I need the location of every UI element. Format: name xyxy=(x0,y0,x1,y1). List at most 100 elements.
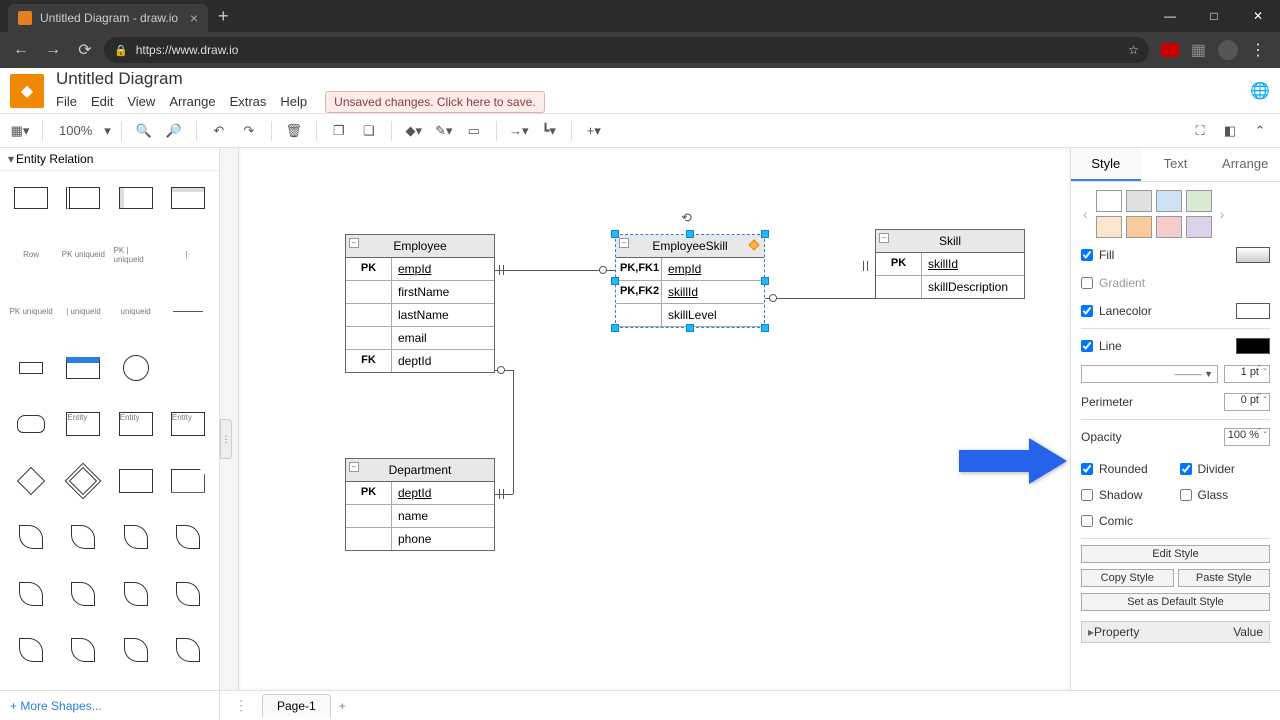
shape-item[interactable] xyxy=(60,631,106,669)
swatch[interactable] xyxy=(1156,216,1182,238)
shape-item[interactable] xyxy=(165,575,211,613)
swatch[interactable] xyxy=(1096,216,1122,238)
lanecolor-checkbox[interactable] xyxy=(1081,305,1093,317)
copy-style-button[interactable]: Copy Style xyxy=(1081,569,1174,587)
canvas-area[interactable]: ⋮ ⟲ –Employee PKempId firstName lastName… xyxy=(220,148,1070,690)
menu-file[interactable]: File xyxy=(56,94,77,109)
paste-style-button[interactable]: Paste Style xyxy=(1178,569,1271,587)
close-tab-icon[interactable]: × xyxy=(190,10,198,26)
shape-item[interactable] xyxy=(165,179,211,217)
shape-item[interactable]: Row xyxy=(8,236,54,274)
view-mode-button[interactable]: ▦▾ xyxy=(8,119,32,143)
fill-color[interactable] xyxy=(1236,247,1270,263)
shape-item[interactable] xyxy=(60,518,106,556)
new-tab-button[interactable]: + xyxy=(208,6,239,27)
back-button[interactable]: ← xyxy=(8,37,34,63)
shape-item[interactable] xyxy=(8,575,54,613)
shape-item[interactable] xyxy=(8,405,54,443)
connector[interactable] xyxy=(765,298,875,299)
shape-item[interactable] xyxy=(165,631,211,669)
reload-button[interactable]: ⟳ xyxy=(72,37,98,63)
swatch-next-button[interactable]: › xyxy=(1218,206,1227,222)
shape-item[interactable] xyxy=(113,349,159,387)
shape-item[interactable] xyxy=(113,631,159,669)
shape-item[interactable] xyxy=(60,179,106,217)
add-page-button[interactable]: + xyxy=(339,699,346,713)
collapse-button[interactable]: ⌃ xyxy=(1248,119,1272,143)
shape-item[interactable]: PK uniqueid xyxy=(8,292,54,330)
shape-item[interactable]: Entity xyxy=(60,405,106,443)
shadow-button[interactable]: ▭ xyxy=(462,119,486,143)
menu-extras[interactable]: Extras xyxy=(230,94,267,109)
to-front-button[interactable]: ❐ xyxy=(327,119,351,143)
entity-department[interactable]: –Department PKdeptId name phone xyxy=(345,458,495,551)
zoom-select[interactable]: 100% xyxy=(53,121,98,140)
shape-item[interactable]: | uniqueid xyxy=(60,292,106,330)
menu-arrange[interactable]: Arrange xyxy=(169,94,215,109)
entity-employeeskill[interactable]: –EmployeeSkill PK,FK1empId PK,FK2skillId… xyxy=(615,234,765,328)
fill-checkbox[interactable] xyxy=(1081,249,1093,261)
shape-item[interactable]: Entity xyxy=(165,405,211,443)
window-close-button[interactable]: ✕ xyxy=(1236,0,1280,32)
entity-employee[interactable]: –Employee PKempId firstName lastName ema… xyxy=(345,234,495,373)
window-maximize-button[interactable]: □ xyxy=(1192,0,1236,32)
property-table-header[interactable]: PropertyValue xyxy=(1081,621,1270,643)
undo-button[interactable]: ↶ xyxy=(207,119,231,143)
fullscreen-button[interactable]: ⛶ xyxy=(1188,119,1212,143)
app-logo-icon[interactable]: ◆ xyxy=(10,74,44,108)
shape-item[interactable] xyxy=(113,462,159,500)
swatch-prev-button[interactable]: ‹ xyxy=(1081,206,1090,222)
shape-item[interactable]: PK | uniqueid xyxy=(113,236,159,274)
panel-collapse-handle[interactable]: ⋮ xyxy=(220,419,232,459)
extension-icon[interactable]: ▦ xyxy=(1191,40,1206,60)
shape-item[interactable] xyxy=(165,518,211,556)
page-drag-handle[interactable]: ⋮ xyxy=(228,697,254,714)
tab-arrange[interactable]: Arrange xyxy=(1210,148,1280,181)
swatch[interactable] xyxy=(1096,190,1122,212)
url-field[interactable]: 🔒 https://www.draw.io ☆ xyxy=(104,37,1149,63)
format-panel-button[interactable]: ◧ xyxy=(1218,119,1242,143)
shape-item[interactable]: uniqueid xyxy=(113,292,159,330)
line-width-input[interactable]: 1 pt xyxy=(1224,365,1270,383)
document-title[interactable]: Untitled Diagram xyxy=(56,69,545,89)
entity-skill[interactable]: –Skill PKskillId skillDescription xyxy=(875,229,1025,299)
rotate-icon[interactable]: ⟲ xyxy=(681,210,692,226)
shape-item[interactable] xyxy=(165,292,211,330)
shape-item[interactable] xyxy=(8,518,54,556)
shape-item[interactable] xyxy=(8,349,54,387)
tab-style[interactable]: Style xyxy=(1071,148,1141,181)
language-icon[interactable]: 🌐 xyxy=(1250,81,1270,101)
waypoint-button[interactable]: ┗▾ xyxy=(537,119,561,143)
window-minimize-button[interactable]: ― xyxy=(1148,0,1192,32)
line-style-select[interactable]: ――― ▼ xyxy=(1081,365,1218,383)
zoom-in-button[interactable]: 🔍 xyxy=(132,119,156,143)
edit-style-button[interactable]: Edit Style xyxy=(1081,545,1270,563)
swatch[interactable] xyxy=(1126,190,1152,212)
gradient-checkbox[interactable] xyxy=(1081,277,1093,289)
opacity-input[interactable]: 100 % xyxy=(1224,428,1270,446)
menu-help[interactable]: Help xyxy=(280,94,307,109)
save-warning[interactable]: Unsaved changes. Click here to save. xyxy=(325,91,544,113)
menu-icon[interactable]: ⋮ xyxy=(1250,40,1266,60)
shape-item[interactable] xyxy=(8,179,54,217)
shadow-checkbox[interactable] xyxy=(1081,489,1093,501)
perimeter-input[interactable]: 0 pt xyxy=(1224,393,1270,411)
zoom-out-button[interactable]: 🔎 xyxy=(162,119,186,143)
swatch[interactable] xyxy=(1186,216,1212,238)
divider-checkbox[interactable] xyxy=(1180,463,1192,475)
rounded-checkbox[interactable] xyxy=(1081,463,1093,475)
page-tab[interactable]: Page-1 xyxy=(262,694,331,717)
comic-checkbox[interactable] xyxy=(1081,515,1093,527)
shape-item[interactable]: |· xyxy=(165,236,211,274)
profile-avatar[interactable] xyxy=(1218,40,1238,60)
connector[interactable] xyxy=(495,270,615,271)
shape-item[interactable] xyxy=(60,462,106,500)
swatch[interactable] xyxy=(1126,216,1152,238)
menu-view[interactable]: View xyxy=(127,94,155,109)
shape-item[interactable] xyxy=(60,349,106,387)
line-color[interactable] xyxy=(1236,338,1270,354)
shape-item[interactable] xyxy=(113,518,159,556)
shape-item[interactable] xyxy=(8,631,54,669)
star-icon[interactable]: ☆ xyxy=(1128,43,1139,57)
glass-checkbox[interactable] xyxy=(1180,489,1192,501)
